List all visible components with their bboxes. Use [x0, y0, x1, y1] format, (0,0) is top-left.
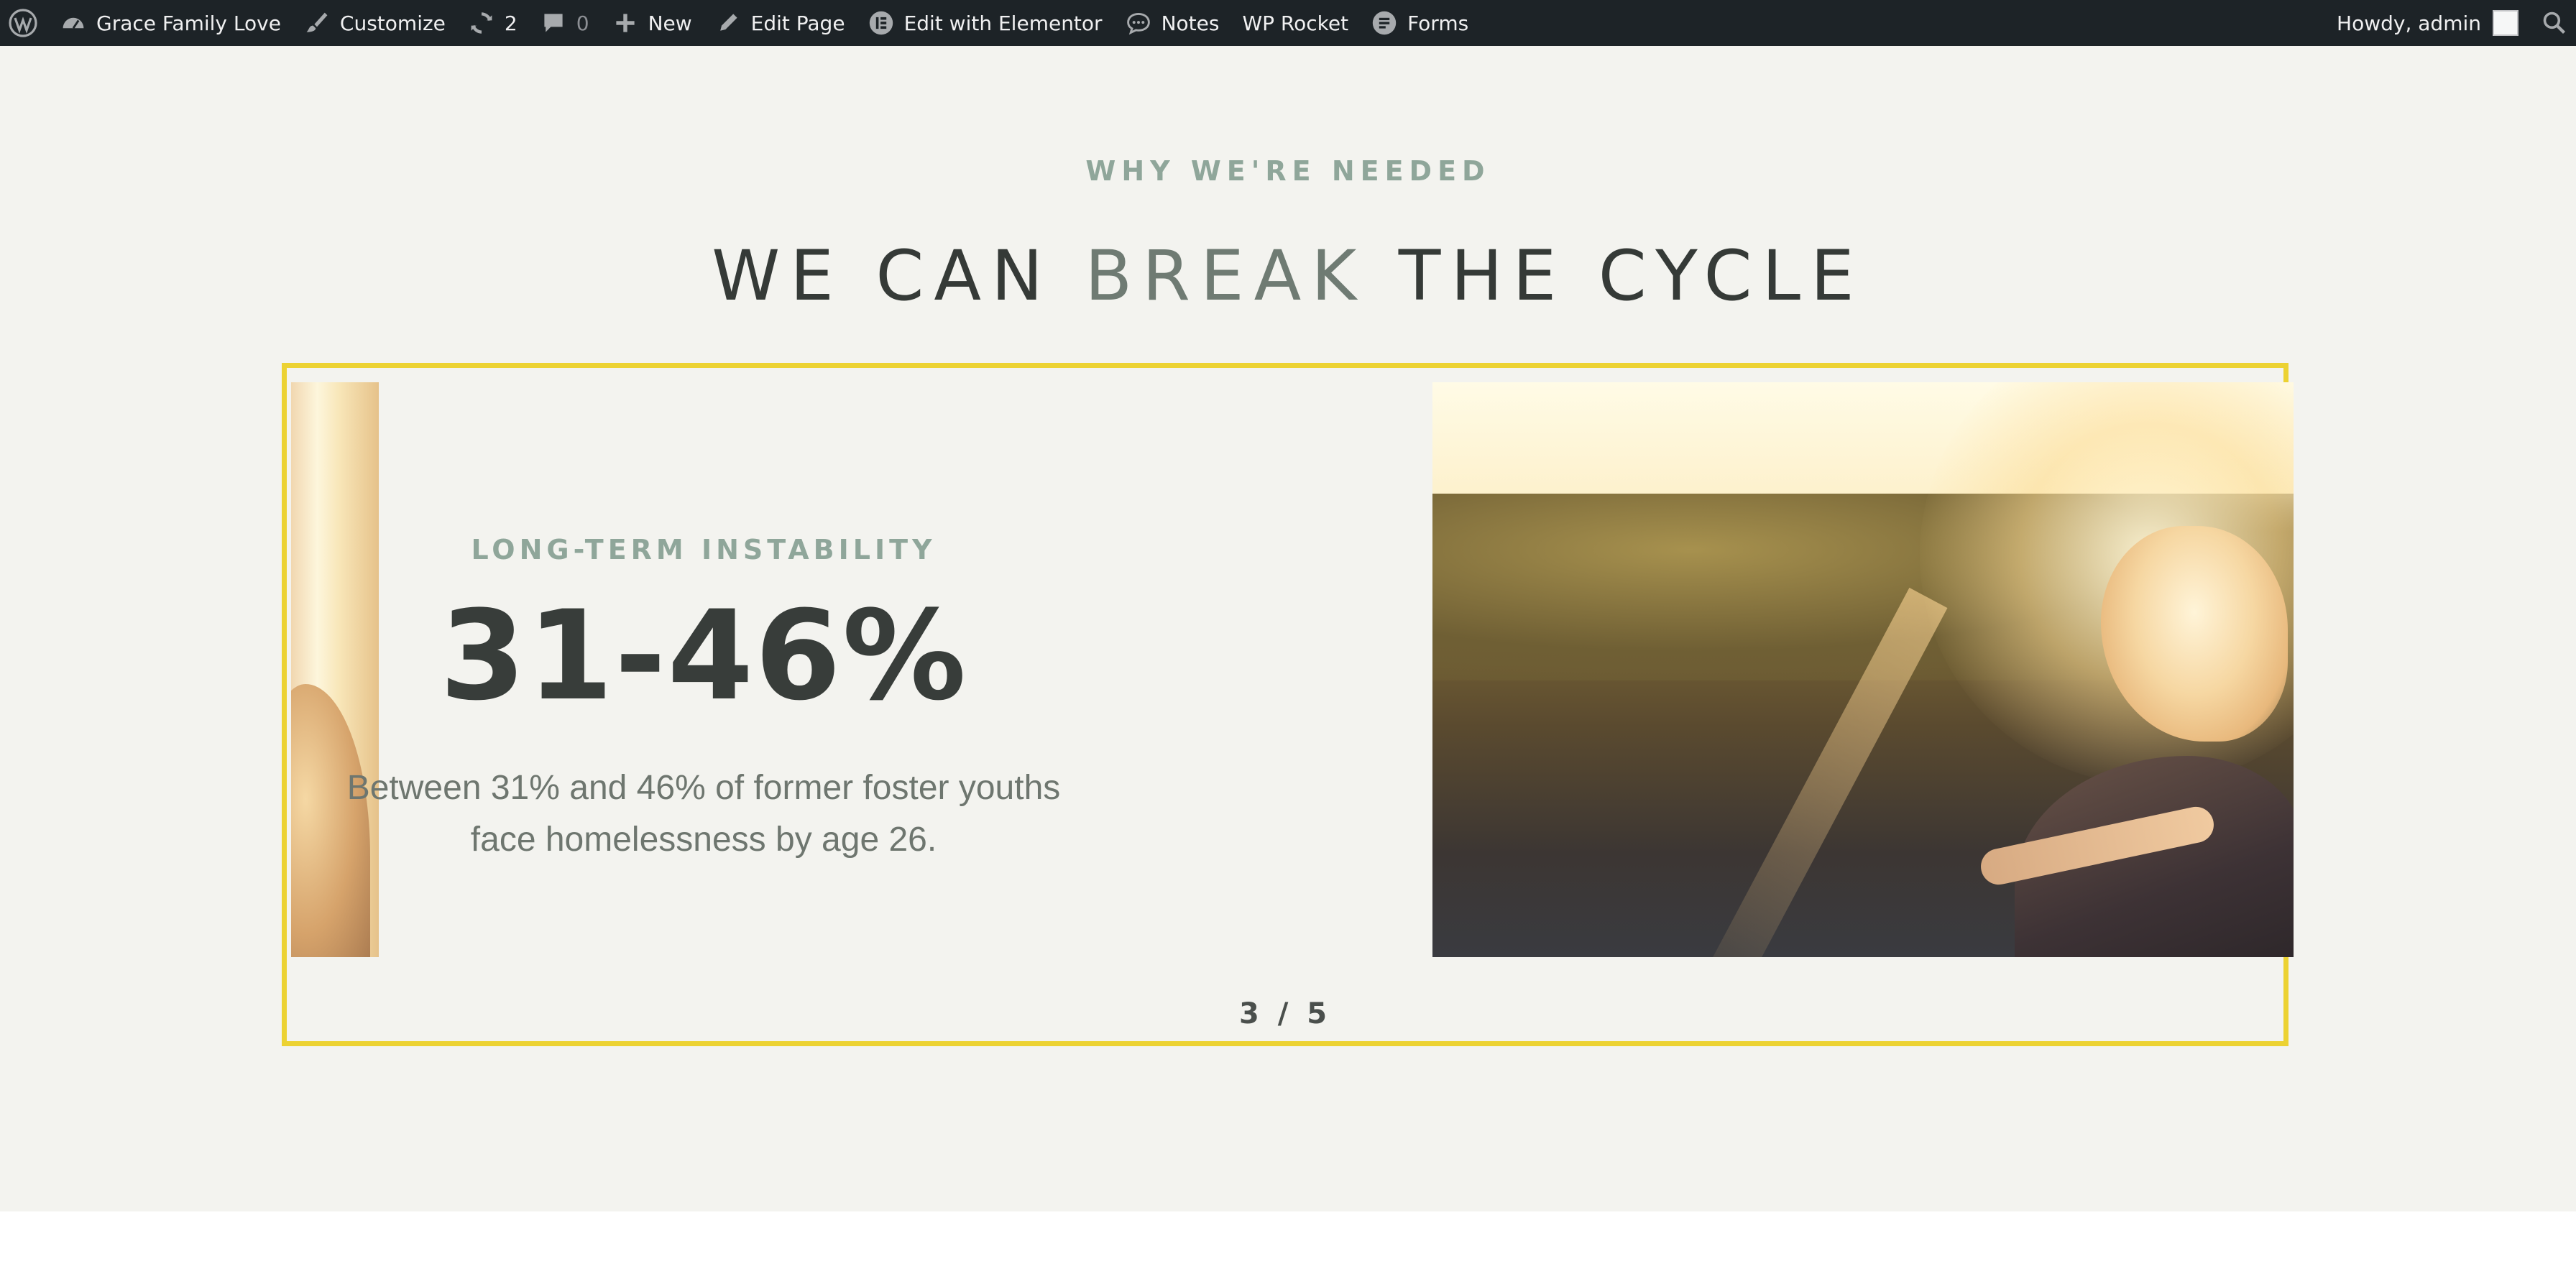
current-slide: LONG-TERM INSTABILITY 31-46% Between 31%… — [287, 368, 1135, 943]
my-account-link[interactable]: Howdy, admin — [2325, 0, 2530, 46]
headline-part-1: WE CAN — [712, 236, 1085, 316]
admin-bar: Grace Family Love Customize 2 0 New Edit… — [0, 0, 2576, 46]
headline-part-2: THE CYCLE — [1366, 236, 1864, 316]
greeting-label: Howdy, admin — [2337, 11, 2481, 35]
wp-rocket-label: WP Rocket — [1242, 11, 1349, 35]
updates-link[interactable]: 2 — [457, 0, 529, 46]
new-label: New — [648, 11, 692, 35]
paintbrush-icon — [306, 12, 328, 32]
slide-description: Between 31% and 46% of former foster you… — [346, 769, 1061, 859]
headline-accent: BREAK — [1085, 236, 1367, 316]
wordpress-logo-icon — [9, 9, 37, 37]
forms-icon — [1372, 11, 1397, 35]
edit-with-elementor-link[interactable]: Edit with Elementor — [857, 0, 1114, 46]
slide-counter: 3 / 5 — [1238, 997, 1332, 1030]
site-name-label: Grace Family Love — [96, 11, 281, 35]
section-eyebrow: WHY WE'RE NEEDED — [1085, 155, 1491, 187]
updates-icon — [471, 12, 492, 34]
comment-icon — [544, 14, 563, 32]
search-button[interactable] — [2530, 0, 2576, 46]
stats-slider[interactable]: LONG-TERM INSTABILITY 31-46% Between 31%… — [282, 363, 2294, 1046]
customize-label: Customize — [339, 11, 446, 35]
notes-link[interactable]: Notes — [1114, 0, 1231, 46]
elementor-icon — [869, 11, 893, 35]
forms-label: Forms — [1407, 11, 1469, 35]
edit-page-link[interactable]: Edit Page — [704, 0, 857, 46]
avatar — [2493, 10, 2518, 36]
wp-rocket-link[interactable]: WP Rocket — [1230, 0, 1360, 46]
why-needed-section: WHY WE'RE NEEDED WE CAN BREAK THE CYCLE … — [0, 46, 2576, 1211]
pencil-icon — [719, 14, 737, 31]
plus-icon — [615, 14, 635, 32]
dashboard-icon — [63, 17, 84, 29]
wordpress-logo-button[interactable] — [0, 0, 49, 46]
updates-count: 2 — [504, 11, 518, 35]
notes-label: Notes — [1161, 11, 1220, 35]
comments-count: 0 — [576, 11, 589, 35]
forms-link[interactable]: Forms — [1360, 0, 1480, 46]
slide-label: LONG-TERM INSTABILITY — [471, 534, 937, 565]
site-name-link[interactable]: Grace Family Love — [49, 0, 293, 46]
customize-link[interactable]: Customize — [293, 0, 457, 46]
edit-page-label: Edit Page — [750, 11, 845, 35]
section-headline: WE CAN BREAK THE CYCLE — [0, 236, 2576, 316]
speech-bubble-icon — [1126, 12, 1150, 35]
slide-stat: 31-46% — [439, 583, 968, 728]
new-content-link[interactable]: New — [601, 0, 704, 46]
comments-link[interactable]: 0 — [529, 0, 601, 46]
slide-photo — [1432, 382, 2294, 957]
search-icon — [2543, 11, 2566, 34]
edit-with-elementor-label: Edit with Elementor — [903, 11, 1103, 35]
